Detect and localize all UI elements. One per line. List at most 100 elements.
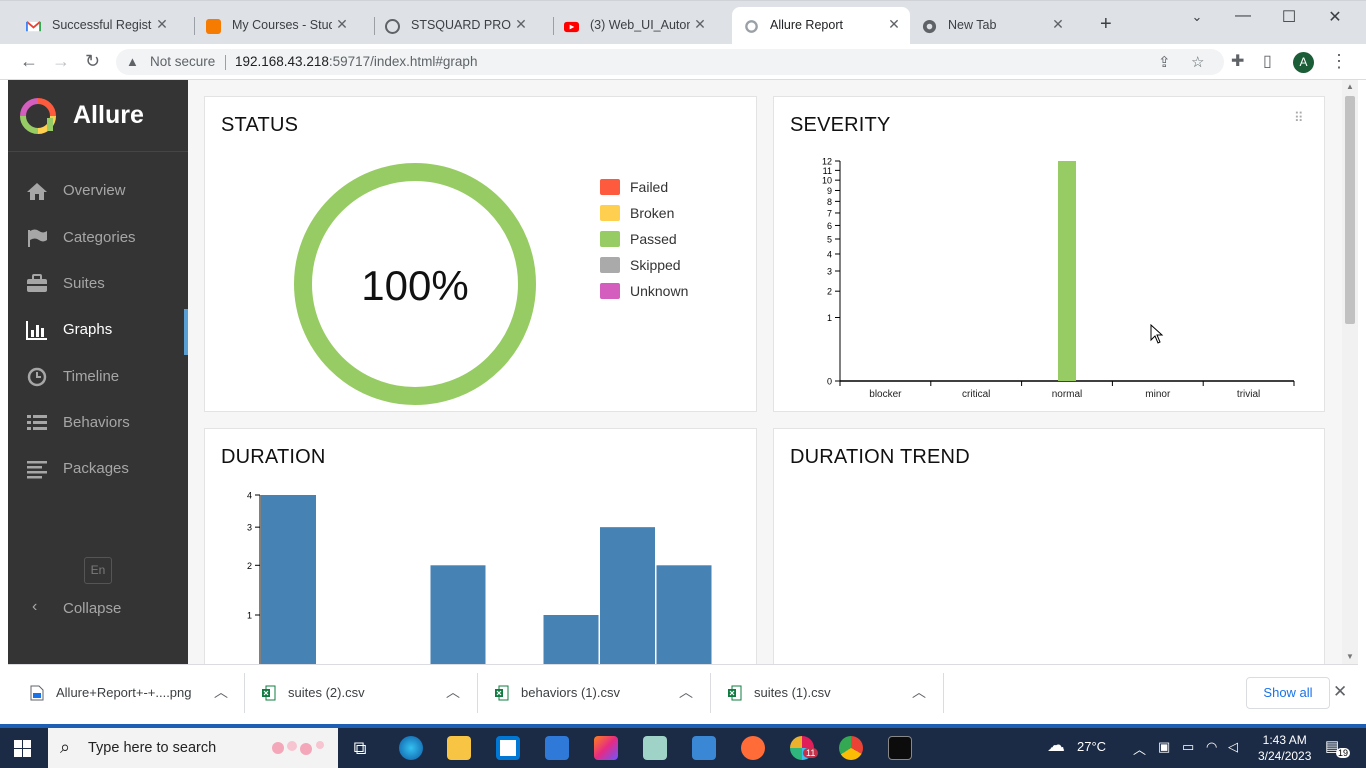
severity-card: SEVERITY ⠿ 0 1 2 3 4 5 6 7 8 9 10 11 12 blocker critic… — [773, 96, 1325, 412]
chevron-up-icon[interactable]: ︿ — [912, 682, 926, 702]
status-percent: 100% — [361, 262, 468, 309]
taskbar-clock[interactable]: 1:43 AM 3/24/2023 — [1258, 732, 1311, 764]
chrome-taskbar-icon[interactable] — [839, 736, 863, 760]
show-all-button[interactable]: Show all — [1246, 677, 1330, 709]
chevron-up-icon[interactable]: ︿ — [679, 682, 693, 702]
download-item[interactable]: suites (2).csv ︿ — [240, 665, 476, 721]
severity-bar-normal — [1058, 161, 1076, 381]
forward-icon[interactable]: → — [52, 51, 70, 71]
new-tab-button[interactable]: + — [1100, 14, 1112, 34]
intellij-icon[interactable] — [594, 736, 618, 760]
download-name: behaviors (1).csv — [521, 685, 620, 700]
browser-window: Successful Registratio ✕ My Courses - St… — [0, 0, 1366, 724]
terminal-icon[interactable] — [888, 736, 912, 760]
y-tick-label: 1 — [827, 313, 832, 323]
chevron-left-icon: ‹ — [32, 598, 38, 615]
tab-stsquard[interactable]: STSQUARD PROJECT ✕ — [359, 7, 537, 45]
sidebar-item-timeline[interactable]: Timeline — [8, 356, 188, 398]
sidebar-item-graphs[interactable]: Graphs — [8, 309, 188, 355]
photos-icon[interactable] — [692, 736, 716, 760]
notepad-icon[interactable] — [643, 736, 667, 760]
maximize-icon[interactable]: ☐ — [1266, 7, 1312, 27]
edge-icon[interactable] — [399, 736, 423, 760]
y-tick-label: 8 — [827, 197, 832, 207]
sidebar-item-packages[interactable]: Packages — [8, 448, 188, 490]
tab-gmail[interactable]: Successful Registratio ✕ — [0, 7, 178, 45]
file-explorer-icon[interactable] — [447, 736, 471, 760]
weather-cloud-icon[interactable]: ☁ — [1047, 735, 1065, 756]
mouse-cursor-icon — [1150, 324, 1164, 344]
y-tick-label: 3 — [247, 523, 252, 533]
allure-sidebar: Allure Overview Categories Suites Graphs… — [8, 80, 188, 664]
tab-search-icon[interactable]: ⌄ — [1174, 9, 1220, 25]
scrollbar-thumb[interactable] — [1345, 96, 1355, 324]
mail-icon[interactable] — [545, 736, 569, 760]
close-window-icon[interactable]: ✕ — [1312, 7, 1358, 27]
menu-kebab-icon[interactable]: ⋮ — [1330, 51, 1348, 71]
postman-icon[interactable] — [741, 736, 765, 760]
volume-icon[interactable]: ◁ — [1228, 739, 1238, 755]
collapse-button[interactable]: ‹ Collapse — [8, 590, 188, 626]
wifi-icon[interactable]: ◠ — [1206, 739, 1217, 755]
tab-new-tab[interactable]: New Tab ✕ — [896, 7, 1074, 45]
close-tab-icon[interactable]: ✕ — [1050, 16, 1066, 33]
bookmark-star-icon[interactable]: ☆ — [1191, 53, 1204, 71]
side-panel-icon[interactable]: ▯ — [1263, 52, 1272, 72]
sidebar-item-behaviors[interactable]: Behaviors — [8, 402, 188, 444]
back-icon[interactable]: ← — [20, 51, 38, 71]
share-icon[interactable]: ⇪ — [1158, 53, 1171, 71]
task-view-icon[interactable]: ⧉ — [348, 736, 372, 760]
y-tick-label: 0 — [827, 377, 832, 387]
url-text[interactable]: 192.168.43.218:59717/index.html#graph — [235, 54, 477, 69]
brand[interactable]: Allure — [8, 80, 188, 152]
close-tab-icon[interactable]: ✕ — [513, 16, 529, 33]
minimize-icon[interactable]: — — [1220, 7, 1266, 25]
close-tab-icon[interactable]: ✕ — [334, 16, 350, 33]
duration-chart: 1 2 3 4 — [247, 491, 712, 664]
x-tick-label: critical — [962, 389, 990, 400]
search-placeholder: Type here to search — [88, 740, 217, 756]
chevron-up-icon[interactable]: ︿ — [446, 682, 460, 702]
duration-bar — [543, 615, 599, 664]
taskbar-search[interactable]: ⌕ Type here to search — [48, 728, 338, 768]
sidebar-item-overview[interactable]: Overview — [8, 170, 188, 212]
address-bar[interactable]: ▲ Not secure 192.168.43.218:59717/index.… — [116, 49, 1224, 75]
battery-icon[interactable]: ▭ — [1182, 739, 1194, 755]
tab-my-courses[interactable]: My Courses - Student ✕ — [180, 7, 358, 45]
scroll-up-icon[interactable]: ▲ — [1346, 82, 1354, 91]
y-tick-label: 7 — [827, 208, 832, 218]
download-item[interactable]: behaviors (1).csv ︿ — [473, 665, 709, 721]
legend-label: Unknown — [630, 283, 689, 299]
weather-temp[interactable]: 27°C — [1077, 739, 1106, 754]
sidebar-item-suites[interactable]: Suites — [8, 263, 188, 305]
meet-icon[interactable]: ▣ — [1158, 739, 1170, 755]
windows-start-icon[interactable] — [14, 740, 31, 757]
severity-chart: 0123456789101112blocker critical normal min… — [822, 157, 1295, 400]
tab-title: STSQUARD PROJECT — [411, 18, 511, 32]
home-icon — [27, 183, 47, 200]
notification-count: 19 — [1336, 748, 1351, 758]
scroll-down-icon[interactable]: ▼ — [1346, 652, 1354, 661]
download-item[interactable]: suites (1).csv ︿ — [706, 665, 942, 721]
extensions-icon[interactable]: ✚ — [1231, 52, 1244, 72]
chevron-up-icon[interactable]: ︿ — [214, 682, 228, 702]
reload-icon[interactable]: ↻ — [85, 51, 100, 71]
page-scrollbar[interactable]: ▲ ▼ — [1342, 80, 1358, 664]
tab-title: New Tab — [948, 18, 997, 32]
store-icon[interactable] — [496, 736, 520, 760]
close-tab-icon[interactable]: ✕ — [692, 16, 708, 33]
sidebar-item-label: Graphs — [63, 321, 113, 338]
clock-time: 1:43 AM — [1262, 733, 1307, 747]
tab-youtube[interactable]: (3) Web_UI_Automati ✕ — [538, 7, 716, 45]
close-downloads-icon[interactable]: ✕ — [1333, 682, 1347, 702]
close-tab-icon[interactable]: ✕ — [154, 16, 170, 33]
graphs-content: STATUS 100% Failed Broken Passed Skipped Unk… — [188, 80, 1342, 664]
language-switcher[interactable]: En — [84, 557, 112, 584]
y-tick-label: 6 — [827, 221, 832, 231]
tray-chevron-icon[interactable]: ︿ — [1133, 739, 1146, 758]
download-item[interactable]: Allure+Report+-+....png ︿ — [8, 665, 244, 721]
tab-allure-report[interactable]: Allure Report ✕ — [732, 7, 910, 45]
profile-avatar[interactable]: A — [1293, 52, 1314, 73]
sidebar-item-categories[interactable]: Categories — [8, 217, 188, 259]
drag-handle-icon[interactable]: ⠿ — [1294, 111, 1305, 124]
